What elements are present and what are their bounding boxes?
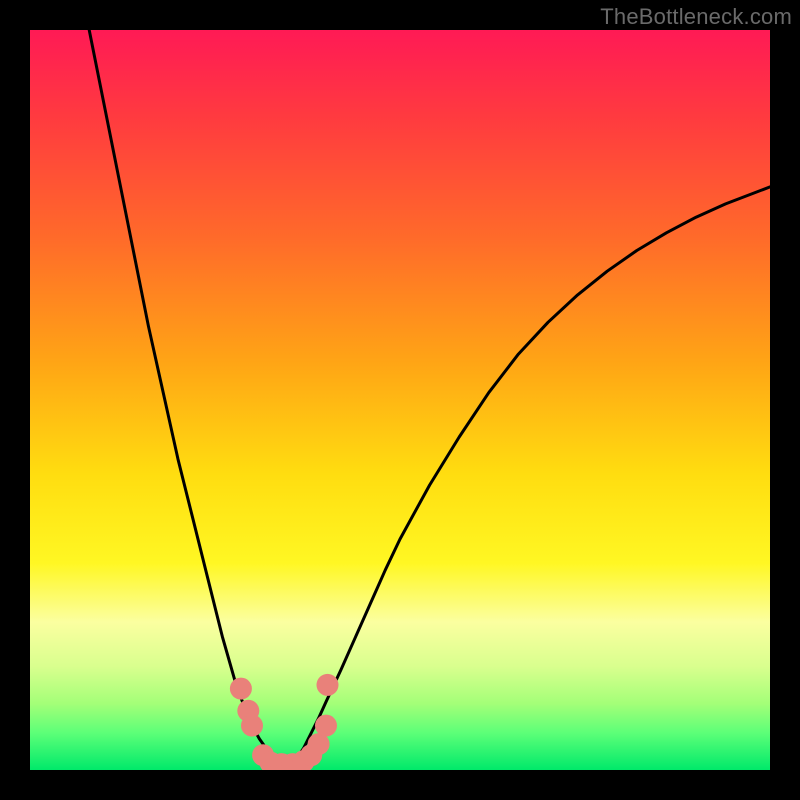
curve-right-branch <box>289 187 770 766</box>
watermark-text: TheBottleneck.com <box>600 4 792 30</box>
bottleneck-curve <box>89 30 770 766</box>
optimal-markers <box>230 674 339 770</box>
optimal-marker <box>230 678 252 700</box>
optimal-marker <box>241 715 263 737</box>
chart-frame: TheBottleneck.com <box>0 0 800 800</box>
plot-area <box>30 30 770 770</box>
chart-svg <box>30 30 770 770</box>
curve-left-branch <box>89 30 289 766</box>
optimal-marker <box>315 715 337 737</box>
optimal-marker <box>317 674 339 696</box>
